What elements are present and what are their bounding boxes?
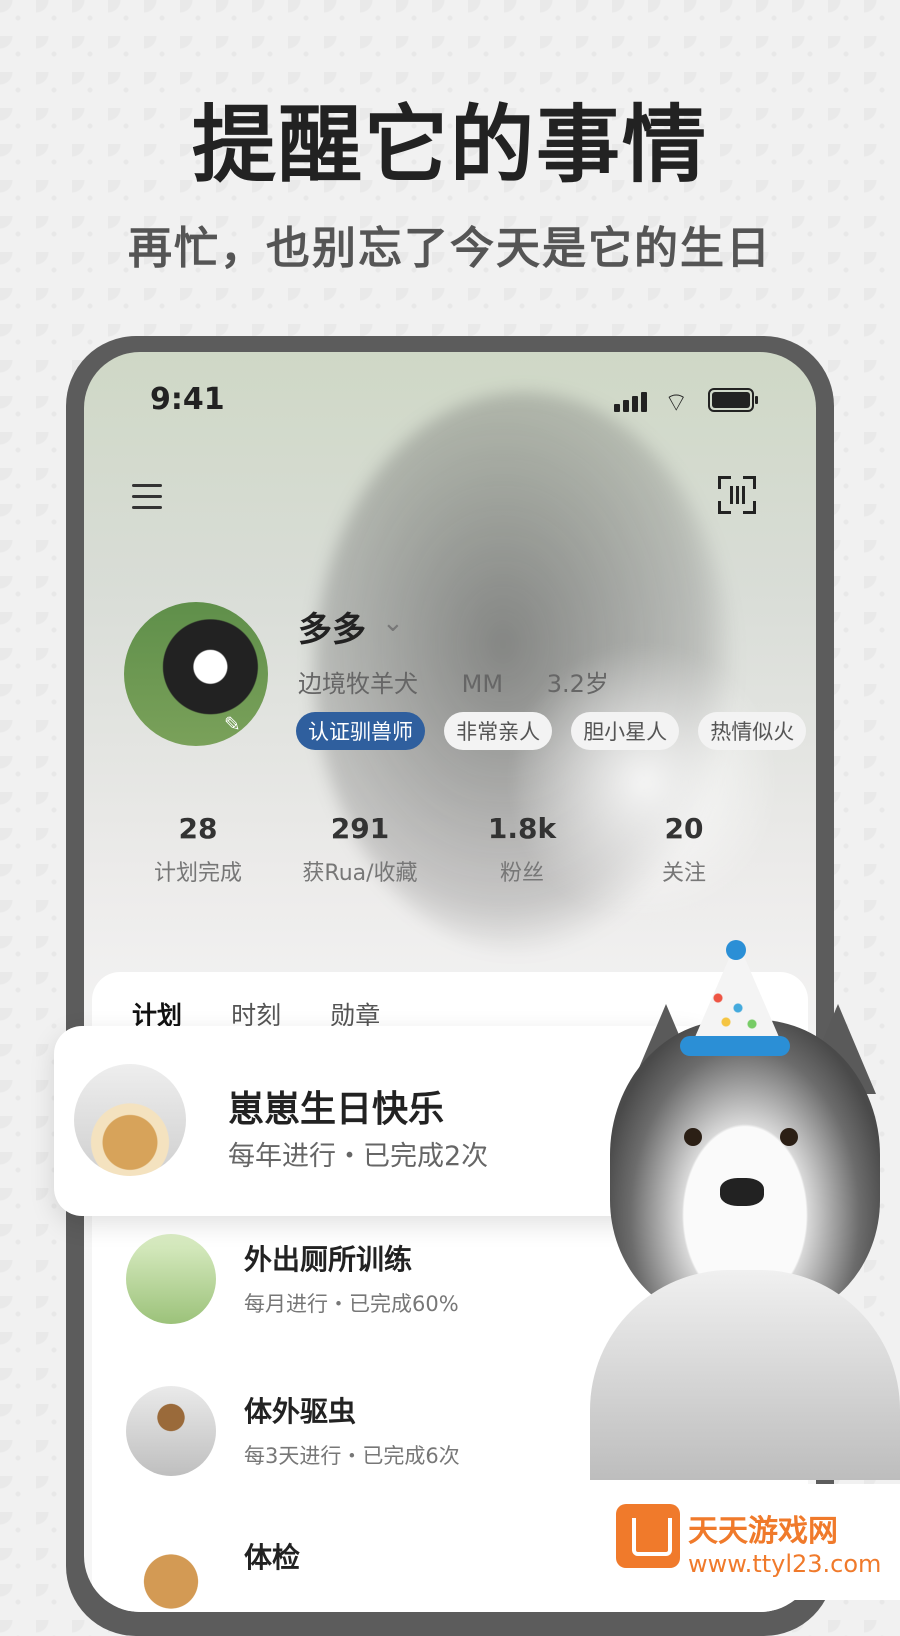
- stat-label: 获Rua/收藏: [302, 861, 418, 886]
- pet-gender: MM: [461, 670, 504, 698]
- tag-enthusiastic[interactable]: 热情似火: [698, 712, 807, 750]
- pet-age: 3.2岁: [546, 670, 609, 698]
- scan-icon[interactable]: [718, 476, 756, 514]
- stat-label: 粉丝: [499, 861, 544, 886]
- stat-plans-completed[interactable]: 28 计划完成: [118, 812, 278, 887]
- pet-meta: 边境牧羊犬 MM 3.2岁: [298, 664, 645, 699]
- battery-icon: [708, 388, 758, 412]
- tag-certified-trainer[interactable]: 认证驯兽师: [296, 712, 425, 750]
- stat-label: 关注: [661, 861, 706, 886]
- husky-eye-right: [780, 1128, 798, 1146]
- stat-value: 20: [664, 812, 704, 845]
- pet-tags: 认证驯兽师 非常亲人 胆小星人 热情似火: [296, 712, 816, 750]
- stat-rua-favorites[interactable]: 291 获Rua/收藏: [280, 812, 440, 887]
- stat-followers[interactable]: 1.8k 粉丝: [442, 812, 602, 887]
- party-hat-pompom: [726, 940, 746, 960]
- list-item-subtitle: 每月进行・已完成60%: [244, 1292, 459, 1316]
- pet-avatar[interactable]: [124, 602, 268, 746]
- watermark-name: 天天游戏网: [688, 1514, 838, 1549]
- husky-eye-left: [684, 1128, 702, 1146]
- birthday-cake-thumbnail: [74, 1064, 186, 1176]
- stats-row: 28 计划完成 291 获Rua/收藏 1.8k 粉丝 20 关注: [84, 812, 816, 892]
- promo-subheadline: 再忙，也别忘了今天是它的生日: [128, 223, 772, 274]
- pet-breed: 边境牧羊犬: [298, 670, 418, 698]
- chevron-down-icon[interactable]: ⌄: [382, 608, 404, 638]
- husky-body: [590, 1270, 900, 1480]
- tag-timid[interactable]: 胆小星人: [571, 712, 680, 750]
- list-item-title: 体外驱虫: [244, 1395, 357, 1428]
- reminder-title: 崽崽生日快乐: [228, 1089, 445, 1130]
- signal-icon: [614, 390, 650, 412]
- tag-friendly[interactable]: 非常亲人: [444, 712, 553, 750]
- list-item-title: 外出厕所训练: [244, 1243, 413, 1276]
- watermark-url: www.ttyl23.com: [688, 1550, 882, 1578]
- insurance-thumbnail: [126, 1386, 216, 1476]
- watermark: 天天游戏网 www.ttyl23.com: [596, 1484, 900, 1600]
- status-bar: 9:41 ⌔: [84, 382, 816, 422]
- list-item-title: 体检: [244, 1541, 301, 1574]
- status-time: 9:41: [150, 382, 225, 417]
- party-hat-dots: [708, 988, 766, 1038]
- walk-training-thumbnail: [126, 1234, 216, 1324]
- pet-name: 多多: [298, 610, 366, 650]
- stat-following[interactable]: 20 关注: [604, 812, 764, 887]
- husky-party-hat-illustration: [580, 940, 900, 1480]
- party-hat-band: [680, 1036, 790, 1056]
- edit-icon[interactable]: ✎: [224, 712, 241, 736]
- stat-label: 计划完成: [153, 861, 242, 886]
- stat-value: 28: [178, 812, 218, 845]
- stat-value: 291: [330, 812, 390, 845]
- checkup-thumbnail: [126, 1532, 216, 1612]
- stat-value: 1.8k: [487, 812, 557, 845]
- wifi-icon: ⌔: [664, 388, 689, 418]
- list-item-subtitle: 每3天进行・已完成6次: [244, 1444, 460, 1468]
- reminder-subtitle: 每年进行・已完成2次: [228, 1141, 489, 1172]
- husky-nose: [720, 1178, 764, 1206]
- promo-headline: 提醒它的事情: [191, 96, 708, 194]
- watermark-logo-icon: [616, 1504, 680, 1568]
- menu-icon[interactable]: [132, 484, 164, 510]
